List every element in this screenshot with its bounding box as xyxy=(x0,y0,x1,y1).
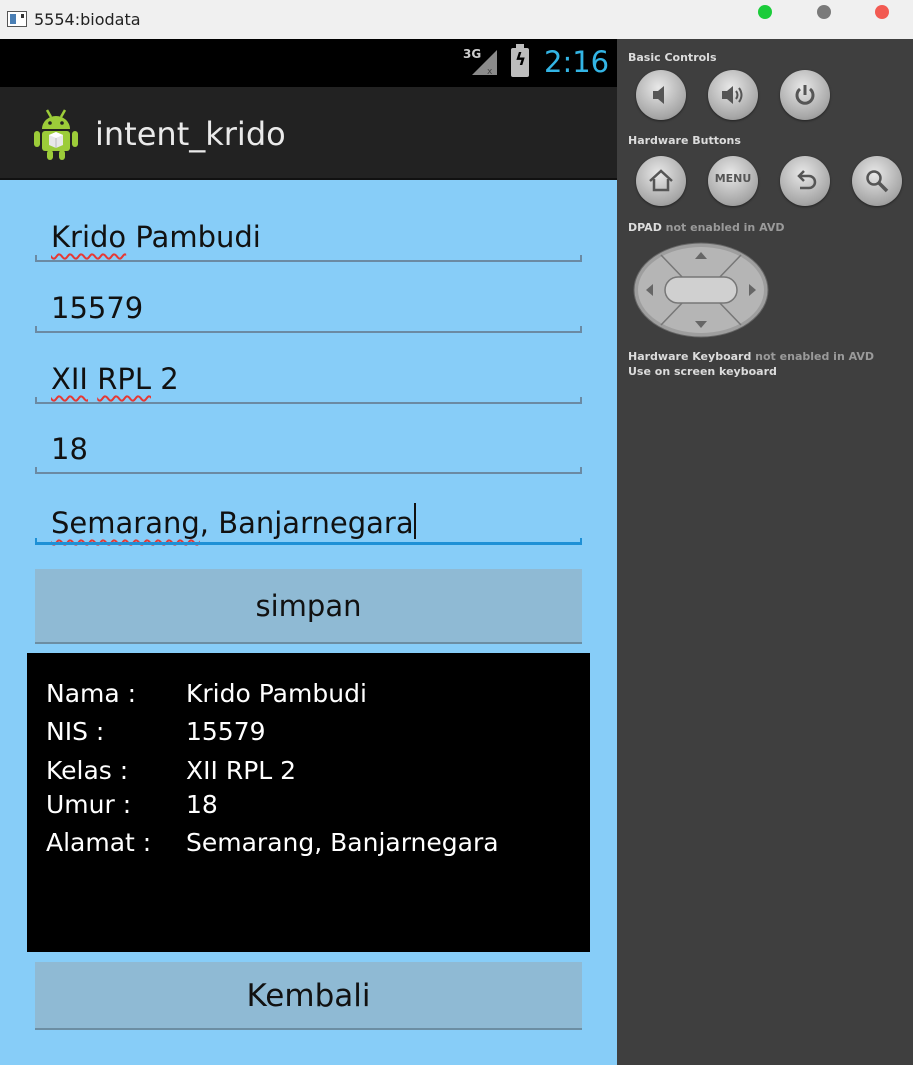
output-value: 15579 xyxy=(186,717,266,746)
output-row-nis: NIS : 15579 xyxy=(46,717,266,746)
output-row-umur: Umur : 18 xyxy=(46,790,218,819)
kelas-input-rest: 2 xyxy=(151,362,179,396)
volume-down-button[interactable] xyxy=(636,70,686,120)
dpad-label-bold: DPAD xyxy=(628,221,662,234)
nama-input-value: Krido Pambudi xyxy=(51,220,261,254)
kelas-input-space xyxy=(88,362,97,396)
kelas-input-underline xyxy=(35,397,582,404)
output-value: 18 xyxy=(186,790,218,819)
alamat-input[interactable]: Semarang, Banjarnegara xyxy=(35,497,582,545)
emulator-control-panel: Basic Controls Hardware Buttons MENU DPA… xyxy=(617,39,913,1065)
window-titlebar: 5554:biodata xyxy=(0,0,913,39)
svg-text:x: x xyxy=(487,67,493,76)
nama-input-word: Krido xyxy=(51,220,127,254)
power-icon xyxy=(795,85,815,105)
output-label: Umur : xyxy=(46,790,132,819)
nama-input[interactable]: Krido Pambudi xyxy=(35,214,582,262)
kelas-input[interactable]: XII RPL 2 xyxy=(35,356,582,404)
status-bar: 3G x ϟ 2:16 xyxy=(0,39,617,87)
output-value: XII RPL 2 xyxy=(186,756,297,785)
output-row-kelas: Kelas : XII RPL 2 xyxy=(46,756,296,785)
output-label: Alamat : xyxy=(46,828,152,857)
nis-input[interactable]: 15579 xyxy=(35,285,582,333)
signal-icon: x xyxy=(472,50,497,76)
keyboard-note: Use on screen keyboard xyxy=(628,365,777,378)
app-title: intent_krido xyxy=(95,115,286,153)
search-button[interactable] xyxy=(852,156,902,206)
dpad-control xyxy=(633,242,769,338)
home-button[interactable] xyxy=(636,156,686,206)
minimize-button[interactable] xyxy=(817,5,831,19)
umur-input-value: 18 xyxy=(51,432,88,466)
output-value: Semarang, Banjarnegara xyxy=(186,828,499,857)
power-button[interactable] xyxy=(780,70,830,120)
alamat-input-rest: , Banjarnegara xyxy=(199,506,414,540)
phone-screen: 3G x ϟ 2:16 intent_krido Krido Pambudi 1… xyxy=(0,39,617,1065)
back-button[interactable] xyxy=(780,156,830,206)
volume-down-icon xyxy=(653,86,664,104)
nis-input-underline xyxy=(35,326,582,333)
output-row-nama: Nama : Krido Pambudi xyxy=(46,679,367,708)
maximize-button[interactable] xyxy=(758,5,772,19)
keyboard-label-bold: Hardware Keyboard xyxy=(628,350,752,363)
close-button[interactable] xyxy=(875,5,889,19)
kelas-input-word-2: RPL xyxy=(97,362,151,396)
app-window-icon xyxy=(7,11,27,27)
alamat-input-value: Semarang, Banjarnegara xyxy=(51,503,416,540)
android-icon xyxy=(34,109,78,160)
alamat-input-word: Semarang xyxy=(51,506,200,540)
alamat-input-underline xyxy=(35,538,582,545)
dpad-label: DPAD not enabled in AVD xyxy=(628,221,785,234)
nama-input-underline xyxy=(35,255,582,262)
nis-input-value: 15579 xyxy=(51,291,144,325)
home-icon xyxy=(649,169,673,192)
umur-input-underline xyxy=(35,467,582,474)
hardware-buttons-label: Hardware Buttons xyxy=(628,134,741,147)
text-cursor xyxy=(413,503,416,539)
battery-icon: ϟ xyxy=(511,44,529,77)
output-value: Krido Pambudi xyxy=(186,679,367,708)
kembali-button[interactable]: Kembali xyxy=(35,962,582,1030)
simpan-button[interactable]: simpan xyxy=(35,569,582,644)
output-row-alamat: Alamat : Semarang, Banjarnegara xyxy=(46,828,499,857)
output-label: NIS : xyxy=(46,717,105,746)
volume-up-button[interactable] xyxy=(708,70,758,120)
action-bar: intent_krido xyxy=(0,87,617,180)
dpad-label-rest: not enabled in AVD xyxy=(661,221,785,234)
output-label: Kelas : xyxy=(46,756,129,785)
menu-button[interactable]: MENU xyxy=(708,156,758,206)
kelas-input-value: XII RPL 2 xyxy=(51,362,179,396)
keyboard-label-rest: not enabled in AVD xyxy=(751,350,875,363)
back-icon xyxy=(797,170,817,190)
search-icon xyxy=(866,170,889,193)
menu-button-label: MENU xyxy=(714,172,752,185)
nama-input-rest: Pambudi xyxy=(126,220,261,254)
window-title: 5554:biodata xyxy=(34,10,141,29)
status-clock: 2:16 xyxy=(544,45,610,79)
keyboard-label: Hardware Keyboard not enabled in AVD xyxy=(628,350,874,363)
volume-up-icon xyxy=(722,86,743,104)
basic-controls-label: Basic Controls xyxy=(628,51,717,64)
output-label: Nama : xyxy=(46,679,137,708)
kelas-input-word-1: XII xyxy=(51,362,88,396)
biodata-output: Nama : Krido Pambudi NIS : 15579 Kelas : XI… xyxy=(27,653,590,952)
umur-input[interactable]: 18 xyxy=(35,426,582,474)
